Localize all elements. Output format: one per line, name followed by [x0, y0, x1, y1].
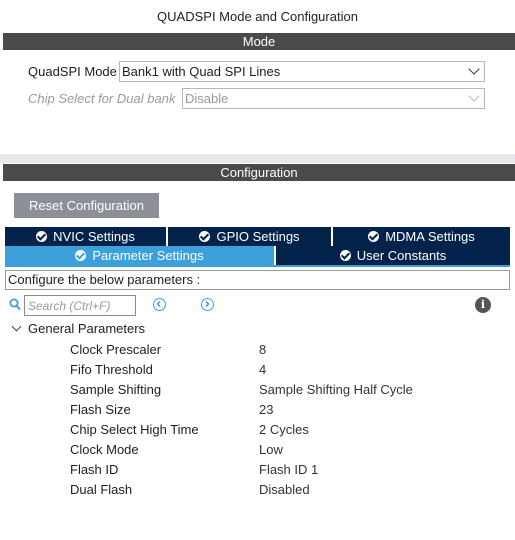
param-value[interactable]: Flash ID 1 — [259, 462, 318, 477]
tab-label: User Constants — [356, 248, 447, 263]
quadspi-mode-value: Bank1 with Quad SPI Lines — [122, 64, 281, 79]
param-value[interactable]: 23 — [259, 402, 273, 417]
quadspi-mode-select[interactable]: Bank1 with Quad SPI Lines — [119, 61, 485, 82]
chip-select-label: Chip Select for Dual bank — [28, 91, 176, 106]
param-name: Fifo Threshold — [70, 362, 153, 377]
param-name: Dual Flash — [70, 482, 133, 497]
param-value[interactable]: Disabled — [259, 482, 310, 497]
chevron-down-icon[interactable] — [11, 321, 22, 332]
table-row[interactable]: Clock Prescaler 8 — [0, 342, 515, 362]
reset-configuration-button[interactable]: Reset Configuration — [14, 193, 159, 218]
general-parameters-group[interactable]: General Parameters — [28, 321, 145, 336]
tab-underline — [5, 265, 510, 267]
table-row[interactable]: Flash ID Flash ID 1 — [0, 462, 515, 482]
table-row[interactable]: Dual Flash Disabled — [0, 482, 515, 502]
check-circle-icon — [339, 250, 351, 261]
tab-label: Parameter Settings — [92, 248, 204, 263]
table-row[interactable]: Clock Mode Low — [0, 442, 515, 462]
tab-label: MDMA Settings — [385, 229, 475, 244]
check-circle-icon — [36, 231, 48, 242]
param-name: Clock Mode — [70, 442, 139, 457]
param-name: Chip Select High Time — [70, 422, 199, 437]
quadspi-mode-label: QuadSPI Mode — [28, 64, 117, 79]
chevron-down-icon — [468, 90, 480, 102]
tab-user-constants[interactable]: User Constants — [276, 246, 510, 265]
section-divider — [0, 154, 515, 163]
table-row[interactable]: Flash Size 23 — [0, 402, 515, 422]
tab-parameter-settings[interactable]: Parameter Settings — [5, 246, 274, 265]
configuration-header: Configuration — [3, 164, 515, 181]
mode-header: Mode — [3, 33, 515, 50]
tab-label: GPIO Settings — [216, 229, 300, 244]
table-row[interactable]: Sample Shifting Sample Shifting Half Cyc… — [0, 382, 515, 402]
param-value[interactable]: Sample Shifting Half Cycle — [259, 382, 413, 397]
instruction-text: Configure the below parameters : — [5, 270, 510, 290]
param-value[interactable]: Low — [259, 442, 283, 457]
info-icon[interactable]: i — [475, 297, 491, 313]
tab-mdma-settings[interactable]: MDMA Settings — [333, 227, 510, 246]
table-row[interactable]: Chip Select High Time 2 Cycles — [0, 422, 515, 442]
chevron-down-icon — [468, 63, 480, 75]
param-name: Flash Size — [70, 402, 131, 417]
table-row[interactable]: Fifo Threshold 4 — [0, 362, 515, 382]
tab-label: NVIC Settings — [53, 229, 135, 244]
chip-select-value: Disable — [185, 91, 229, 106]
search-icon — [9, 298, 21, 311]
param-value[interactable]: 2 Cycles — [259, 422, 309, 437]
chevron-left-circle-icon[interactable] — [153, 298, 166, 311]
param-name: Sample Shifting — [70, 382, 162, 397]
tab-gpio-settings[interactable]: GPIO Settings — [168, 227, 331, 246]
param-value[interactable]: 4 — [259, 362, 266, 377]
check-circle-icon — [199, 231, 211, 242]
param-value[interactable]: 8 — [259, 342, 266, 357]
check-circle-icon — [75, 250, 87, 261]
chevron-right-circle-icon[interactable] — [201, 298, 214, 311]
param-name: Clock Prescaler — [70, 342, 162, 357]
param-name: Flash ID — [70, 462, 119, 477]
tab-nvic-settings[interactable]: NVIC Settings — [5, 227, 166, 246]
window-title: QUADSPI Mode and Configuration — [157, 9, 358, 24]
search-input[interactable] — [24, 295, 136, 316]
chip-select-select: Disable — [182, 88, 485, 109]
check-circle-icon — [368, 231, 380, 242]
